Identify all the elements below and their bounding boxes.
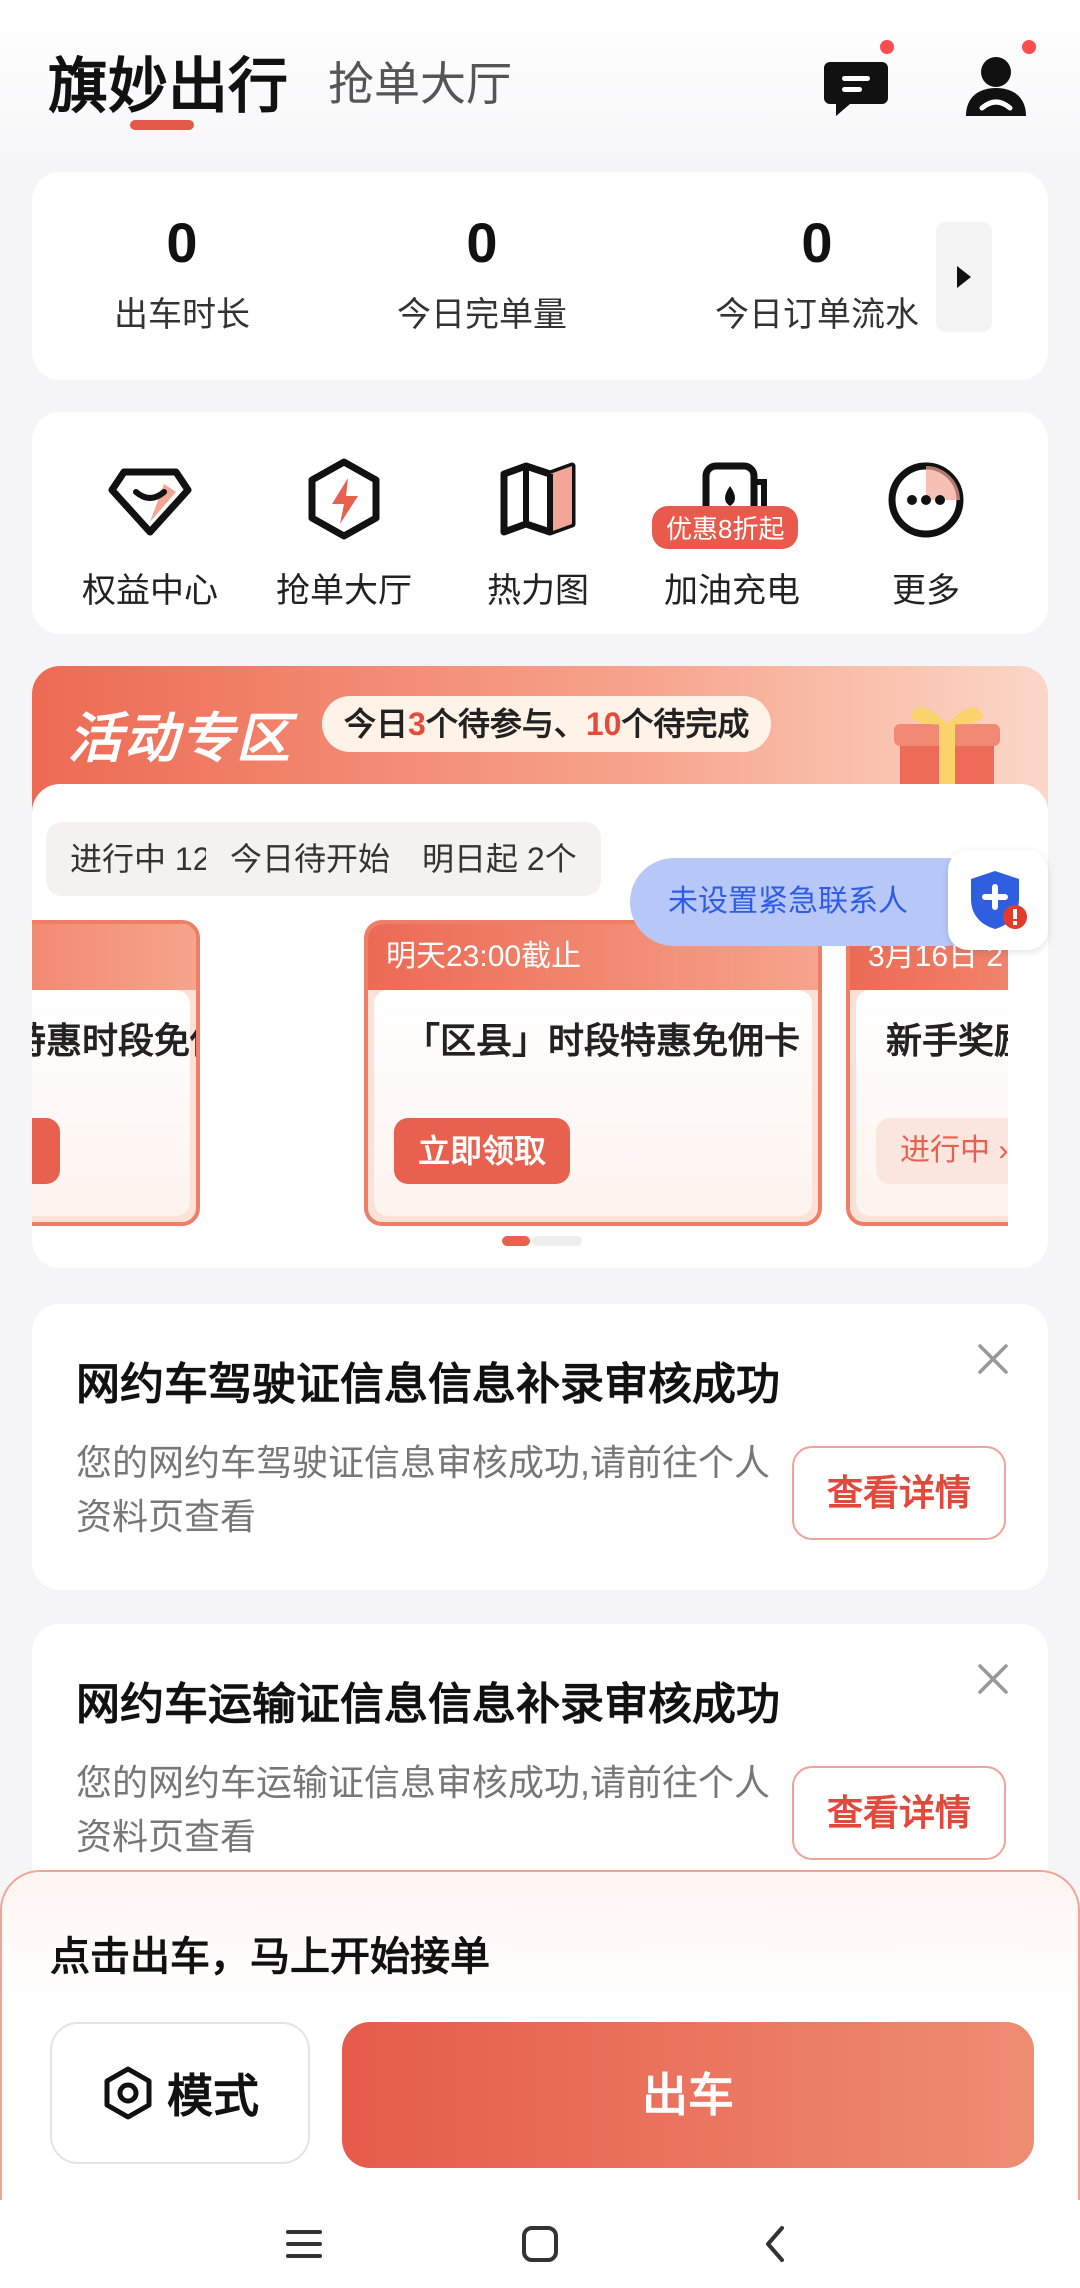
shield-alert-icon[interactable] xyxy=(948,850,1048,950)
stat-label: 今日订单流水 xyxy=(715,296,919,334)
activity-summary-pill[interactable]: 今日3个待参与、10个待完成 xyxy=(322,696,772,752)
stat-label: 今日完单量 xyxy=(397,296,567,334)
quick-heatmap[interactable]: 热力图 xyxy=(448,452,628,612)
lightning-hexagon-icon xyxy=(308,458,380,540)
quick-benefit-center[interactable]: 权益中心 xyxy=(60,452,240,612)
quick-order-hall[interactable]: 抢单大厅 xyxy=(254,452,434,612)
profile-unread-dot xyxy=(1022,40,1036,54)
caret-right-icon xyxy=(957,266,971,288)
card-title: 特惠时段免佣卡 xyxy=(32,1020,196,1061)
card-claim-button[interactable] xyxy=(32,1118,60,1184)
fuel-discount-badge: 优惠8折起 xyxy=(652,506,799,549)
stat-drive-time[interactable]: 0 出车时长 xyxy=(82,172,282,336)
active-tab-indicator xyxy=(130,120,194,130)
stat-order-revenue[interactable]: 0 今日订单流水 xyxy=(672,172,962,336)
quick-actions-card: 权益中心 抢单大厅 热力图 加油充电 优惠8折起 更多 xyxy=(32,412,1048,634)
summary-text: 个待参与、 xyxy=(425,706,586,742)
quick-label: 抢单大厅 xyxy=(276,572,412,610)
quick-label: 加油充电 xyxy=(664,572,800,610)
quick-label: 权益中心 xyxy=(82,572,218,610)
emergency-contact-text: 未设置紧急联系人 xyxy=(630,858,990,946)
back-icon[interactable] xyxy=(746,2214,806,2274)
stat-label: 出车时长 xyxy=(114,296,250,334)
notice-description: 您的网约车驾驶证信息审核成功,请前往个人资料页查看 xyxy=(76,1442,771,1537)
summary-text: 个待完成 xyxy=(621,706,750,742)
close-icon[interactable] xyxy=(976,1342,1010,1376)
top-bar: 旗妙出行 抢单大厅 xyxy=(0,0,1080,160)
activity-card[interactable]: 明天23:00截止 「区县」时段特惠免佣卡 立即领取 xyxy=(364,920,822,1226)
close-icon[interactable] xyxy=(976,1662,1010,1696)
go-online-hint: 点击出车，马上开始接单 xyxy=(50,1935,490,1979)
home-icon[interactable] xyxy=(510,2214,570,2274)
activity-zone: 活动专区 今日3个待参与、10个待完成 进行中 12个 今日待开始 1个 明日起… xyxy=(32,666,1048,1268)
summary-text: 今日 xyxy=(344,706,409,742)
stat-completed-orders[interactable]: 0 今日完单量 xyxy=(352,172,612,336)
card-deadline xyxy=(32,924,196,990)
claim-now-button[interactable]: 立即领取 xyxy=(394,1118,571,1184)
notice-card: 网约车驾驶证信息信息补录审核成功 您的网约车驾驶证信息审核成功,请前往个人资料页… xyxy=(32,1304,1048,1590)
filter-tomorrow[interactable]: 明日起 2个 xyxy=(398,822,601,896)
view-details-button[interactable]: 查看详情 xyxy=(792,1446,1006,1540)
notice-title: 网约车运输证信息信息补录审核成功 xyxy=(76,1680,780,1729)
hexagon-mode-icon xyxy=(104,2066,152,2120)
message-icon[interactable] xyxy=(822,40,894,120)
stats-card: 0 出车时长 0 今日完单量 0 今日订单流水 xyxy=(32,172,1048,380)
message-unread-dot xyxy=(880,40,894,54)
view-details-button[interactable]: 查看详情 xyxy=(792,1766,1006,1860)
map-icon xyxy=(500,462,576,536)
profile-icon[interactable] xyxy=(962,40,1036,120)
stat-value: 0 xyxy=(466,211,498,274)
tab-qimiao[interactable]: 旗妙出行 xyxy=(48,38,288,125)
stat-value: 0 xyxy=(801,211,833,274)
mode-label: 模式 xyxy=(167,2070,259,2122)
more-dots-icon xyxy=(888,462,964,538)
notice-description: 您的网约车运输证信息审核成功,请前往个人资料页查看 xyxy=(76,1762,771,1857)
heart-tag-icon xyxy=(108,468,192,536)
system-nav-bar xyxy=(0,2200,1080,2288)
activity-body: 进行中 12个 今日待开始 1个 明日起 2个 特惠时段免佣卡 明天23:00截… xyxy=(32,784,1048,1268)
quick-label: 更多 xyxy=(892,572,960,610)
carousel-indicator xyxy=(502,1236,582,1246)
activity-title: 活动专区 xyxy=(68,709,292,769)
go-online-sheet: 点击出车，马上开始接单 模式 出车 xyxy=(0,1870,1080,2200)
quick-label: 热力图 xyxy=(487,572,589,610)
notice-title: 网约车驾驶证信息信息补录审核成功 xyxy=(76,1360,780,1409)
mode-button[interactable]: 模式 xyxy=(50,2022,310,2164)
notice-card: 网约车运输证信息信息补录审核成功 您的网约车运输证信息审核成功,请前往个人资料页… xyxy=(32,1624,1048,1904)
tab-order-hall[interactable]: 抢单大厅 xyxy=(328,48,512,114)
go-online-button[interactable]: 出车 xyxy=(342,2022,1034,2168)
emergency-contact-tip[interactable]: 未设置紧急联系人 xyxy=(630,850,1050,950)
summary-count: 3 xyxy=(408,706,426,742)
carousel-edge-mask xyxy=(1008,914,1048,1234)
activity-card[interactable]: 特惠时段免佣卡 xyxy=(32,920,200,1226)
card-title: 「区县」时段特惠免佣卡 xyxy=(404,1020,801,1061)
menu-icon[interactable] xyxy=(274,2214,334,2274)
summary-count: 10 xyxy=(585,706,622,742)
quick-more[interactable]: 更多 xyxy=(836,452,1016,612)
stat-value: 0 xyxy=(166,211,198,274)
stats-expand-button[interactable] xyxy=(936,222,992,332)
